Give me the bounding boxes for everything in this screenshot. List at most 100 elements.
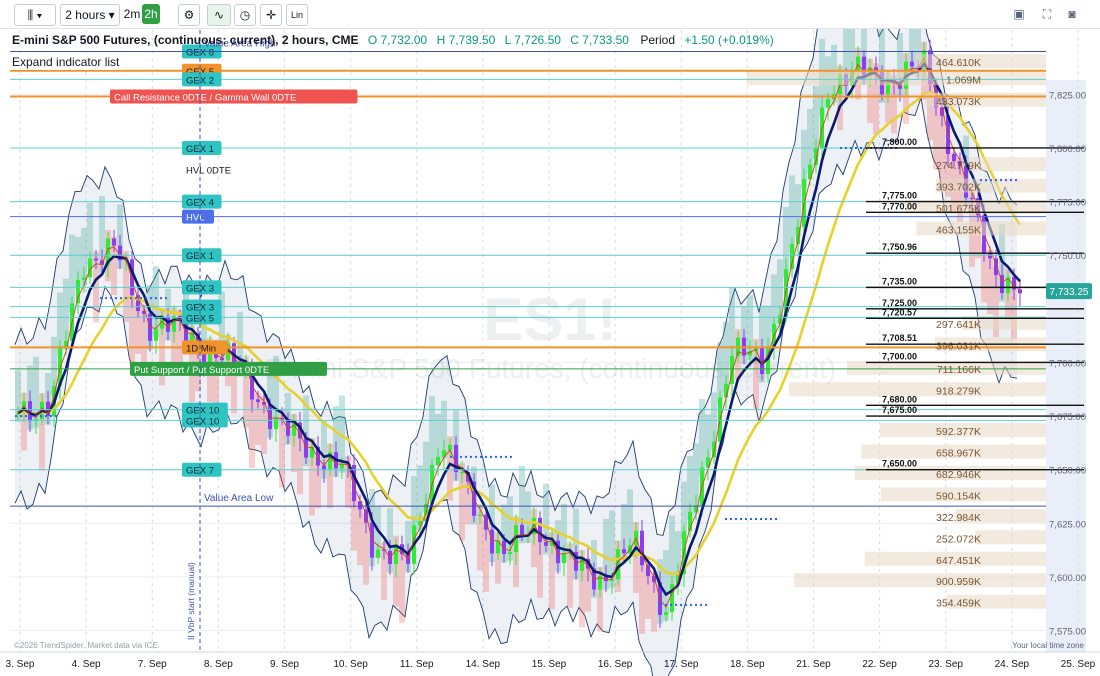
x-axis-label: 18. Sep — [730, 659, 765, 670]
price-level-label: 7,700.00 — [882, 351, 917, 361]
volume-profile-label: 658.967K — [936, 448, 981, 460]
y-axis-label: 7,675.00 — [1049, 412, 1086, 423]
candle-body — [478, 514, 482, 516]
x-axis-label: 23. Sep — [929, 659, 964, 670]
y-axis-label: 7,650.00 — [1049, 466, 1086, 477]
price-level-label: 7,800.00 — [882, 137, 917, 147]
candle-body — [82, 277, 86, 280]
x-axis-label: 24. Sep — [995, 659, 1030, 670]
x-axis-label: 8. Sep — [204, 659, 233, 670]
clock-icon[interactable]: ◷ — [234, 4, 256, 26]
tf-2m-button[interactable]: 2m — [122, 4, 142, 24]
lin-button[interactable]: Lin — [286, 4, 308, 26]
volume-profile-label: 433.073K — [936, 96, 981, 108]
x-axis-label: 10. Sep — [333, 659, 368, 670]
x-axis-label: 9. Sep — [270, 659, 299, 670]
y-axis-label: 7,775.00 — [1049, 198, 1086, 209]
price-level-label: 7,680.00 — [882, 394, 917, 404]
gex-level-label: HVL 0DTE — [186, 165, 231, 176]
volume-profile-label: 682.946K — [936, 469, 981, 481]
y-axis-label: 7,600.00 — [1049, 573, 1086, 584]
volume-profile-label: 354.459K — [936, 598, 981, 610]
price-level-label: 7,750.96 — [882, 242, 917, 252]
interval-label: 2 hours — [65, 8, 106, 22]
volume-profile-label: 393.702K — [936, 182, 981, 194]
candle-body — [988, 253, 992, 259]
x-axis-label: 7. Sep — [138, 659, 167, 670]
candle-body — [664, 612, 668, 615]
candle-body — [274, 418, 278, 430]
gex-level-label: 1D Min — [186, 343, 216, 354]
volume-profile-label: 918.279K — [936, 385, 981, 397]
price-level-label: 7,725.00 — [882, 298, 917, 308]
candle-body — [910, 61, 914, 67]
y-axis-label: 7,800.00 — [1049, 144, 1086, 155]
watermark-name: E-mini S&P 500 Futures, (continuous: cur… — [264, 353, 836, 384]
low-value: L 7,726.50 — [504, 33, 561, 47]
volume-profile-bar — [746, 71, 1046, 86]
price-level-label: 7,650.00 — [882, 459, 917, 469]
price-level-label: 7,708.51 — [882, 333, 917, 343]
gear-icon[interactable]: ⚙ — [178, 4, 200, 26]
footer-credit: ©2026 TrendSpider. Market data via ICE. — [14, 641, 160, 650]
crosshair-icon[interactable]: ✛ — [260, 4, 282, 26]
candle-body — [640, 530, 644, 566]
watermark-ticker: ES1! — [483, 286, 616, 353]
x-axis-label: 11. Sep — [400, 659, 434, 670]
x-axis-label: 25. Sep — [1061, 659, 1096, 670]
volume-profile-bar — [975, 530, 1046, 545]
period-value: +1.50 (+0.019%) — [684, 33, 774, 47]
y-axis-label: 7,575.00 — [1049, 627, 1086, 638]
candle-body — [490, 529, 494, 554]
volume-profile-label: 252.072K — [936, 533, 981, 545]
x-axis-label: 17. Sep — [664, 659, 699, 670]
x-axis-label: 21. Sep — [796, 659, 831, 670]
fullscreen-icon[interactable]: ⛶ — [1040, 4, 1054, 24]
volume-profile-label: 297.641K — [936, 319, 981, 331]
y-axis-label: 7,750.00 — [1049, 251, 1086, 262]
volume-profile-label: 396.031K — [936, 340, 981, 352]
price-level-label: 7,735.00 — [882, 276, 917, 286]
candle-body — [508, 552, 512, 555]
candle-body — [436, 456, 440, 465]
volume-profile-label: 1.069M — [946, 74, 981, 86]
y-axis-label: 7,825.00 — [1049, 90, 1086, 101]
y-axis-label: 7,700.00 — [1049, 358, 1086, 369]
gex-level-label: Call Resistance 0DTE / Gamma Wall 0DTE — [114, 92, 296, 103]
candle-body — [544, 542, 548, 546]
volume-profile-label: 900.959K — [936, 576, 981, 588]
gex-level-label: Put Support / Put Support 0DTE — [134, 365, 269, 376]
period-label: Period — [640, 33, 676, 47]
volume-profile-bar — [788, 382, 1046, 397]
candles-icon[interactable]: ⫼ ▾ — [14, 4, 56, 26]
value-area-label: Value Area Low — [204, 493, 274, 504]
camera-icon[interactable]: ◙ — [1065, 4, 1079, 24]
volume-profile-label: 590.154K — [936, 490, 981, 502]
symbol-title: E-mini S&P 500 Futures, (continuous: cur… — [12, 33, 359, 47]
price-chart[interactable]: GEX 8GEX 5GEX 2Call Resistance 0DTE / Ga… — [0, 0, 1100, 676]
candle-body — [538, 517, 542, 543]
expand-indicator-list[interactable]: Expand indicator list — [8, 54, 124, 70]
volume-profile-label: 592.377K — [936, 426, 981, 438]
candle-body — [970, 197, 974, 199]
symbol-legend: E-mini S&P 500 Futures, (continuous: cur… — [12, 33, 774, 47]
indicator-wave-icon[interactable]: ∿ — [207, 4, 231, 26]
candle-body — [376, 549, 380, 558]
volume-profile-bar — [793, 573, 1046, 588]
y-axis-label: 7,625.00 — [1049, 519, 1086, 530]
price-level-label: 7,675.00 — [882, 405, 917, 415]
snapshot-icon[interactable]: ▣ — [1012, 4, 1026, 24]
volume-profile-label: 463.155K — [936, 224, 981, 236]
candle-body — [622, 549, 626, 554]
volume-profile-label: 647.451K — [936, 555, 981, 567]
volume-profile-label: 501.675K — [936, 203, 981, 215]
candle-body — [340, 464, 344, 469]
tf-2h-button[interactable]: 2h — [142, 4, 160, 24]
interval-dropdown[interactable]: 2 hours ▾ — [60, 4, 120, 26]
candle-body — [94, 258, 98, 261]
x-axis-label: 15. Sep — [532, 659, 567, 670]
price-level-label: 7,770.00 — [882, 201, 917, 211]
volume-profile-label: 711.166K — [937, 364, 981, 376]
open-value: O 7,732.00 — [367, 33, 428, 47]
last-price-label: 7,733.25 — [1050, 287, 1089, 298]
